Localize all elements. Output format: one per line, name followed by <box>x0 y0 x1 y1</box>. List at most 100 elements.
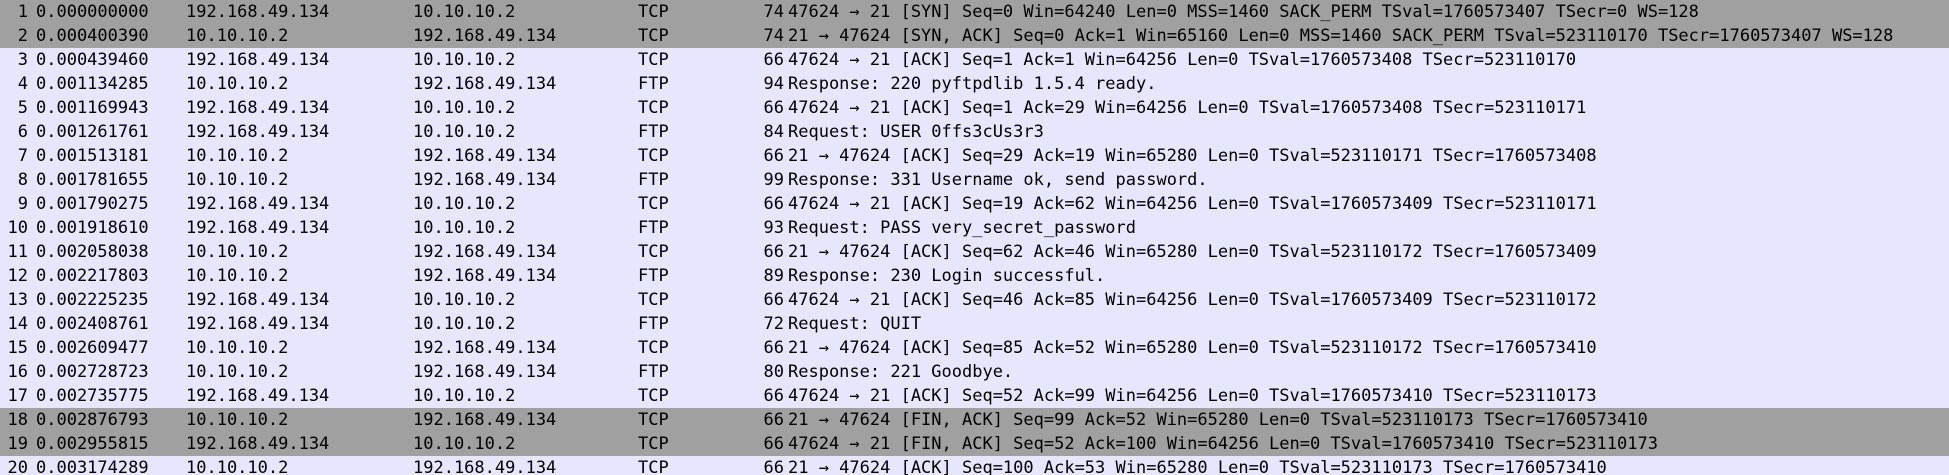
packet-source: 192.168.49.134 <box>186 122 330 142</box>
packet-protocol: TCP <box>638 50 669 70</box>
packet-destination: 192.168.49.134 <box>413 26 557 46</box>
packet-row[interactable]: 11 0.002058038 10.10.10.2 192.168.49.134 TCP… <box>0 240 1949 264</box>
packet-source: 192.168.49.134 <box>186 218 330 238</box>
packet-row[interactable]: 8 0.001781655 10.10.10.2 192.168.49.134 FTP 9… <box>0 168 1949 192</box>
packet-destination: 10.10.10.2 <box>413 98 516 118</box>
packet-row[interactable]: 2 0.000400390 10.10.10.2 192.168.49.134 TCP 7… <box>0 24 1949 48</box>
packet-info: 47624 → 21 [ACK] Seq=52 Ack=99 Win=64256… <box>788 386 1597 406</box>
packet-row[interactable]: 20 0.003174289 10.10.10.2 192.168.49.134 TCP… <box>0 456 1949 475</box>
packet-length: 74 <box>763 2 784 22</box>
packet-row[interactable]: 3 0.000439460 192.168.49.134 10.10.10.2 TCP 6… <box>0 48 1949 72</box>
packet-protocol: TCP <box>638 290 669 310</box>
packet-row[interactable]: 12 0.002217803 10.10.10.2 192.168.49.134 FTP… <box>0 264 1949 288</box>
packet-time: 0.003174289 <box>36 458 149 475</box>
packet-length: 66 <box>763 458 784 475</box>
packet-destination: 192.168.49.134 <box>413 242 557 262</box>
packet-source: 192.168.49.134 <box>186 98 330 118</box>
packet-info: 47624 → 21 [ACK] Seq=19 Ack=62 Win=64256… <box>788 194 1597 214</box>
packet-protocol: TCP <box>638 2 669 22</box>
packet-source: 10.10.10.2 <box>186 170 289 190</box>
packet-length: 66 <box>763 98 784 118</box>
packet-protocol: TCP <box>638 194 669 214</box>
packet-source: 10.10.10.2 <box>186 146 289 166</box>
packet-length: 94 <box>763 74 784 94</box>
packet-destination: 192.168.49.134 <box>413 458 557 475</box>
packet-length: 66 <box>763 50 784 70</box>
packet-number: 16 <box>7 362 28 382</box>
packet-row[interactable]: 5 0.001169943 192.168.49.134 10.10.10.2 TCP 6… <box>0 96 1949 120</box>
packet-time: 0.002876793 <box>36 410 149 430</box>
packet-destination: 192.168.49.134 <box>413 410 557 430</box>
packet-source: 192.168.49.134 <box>186 2 330 22</box>
packet-protocol: TCP <box>638 434 669 454</box>
packet-time: 0.001261761 <box>36 122 149 142</box>
packet-info: Response: 221 Goodbye. <box>788 362 1014 382</box>
packet-info: Request: QUIT <box>788 314 922 334</box>
packet-number: 10 <box>7 218 28 238</box>
packet-length: 66 <box>763 410 784 430</box>
packet-time: 0.001781655 <box>36 170 149 190</box>
packet-destination: 192.168.49.134 <box>413 170 557 190</box>
packet-row[interactable]: 1 0.000000000 192.168.49.134 10.10.10.2 TCP 7… <box>0 0 1949 24</box>
packet-length: 80 <box>763 362 784 382</box>
packet-source: 10.10.10.2 <box>186 26 289 46</box>
packet-protocol: TCP <box>638 458 669 475</box>
packet-number: 4 <box>17 74 28 94</box>
packet-row[interactable]: 4 0.001134285 10.10.10.2 192.168.49.134 FTP 9… <box>0 72 1949 96</box>
packet-protocol: TCP <box>638 386 669 406</box>
packet-time: 0.001169943 <box>36 98 149 118</box>
packet-protocol: FTP <box>638 266 669 286</box>
packet-info: Request: USER 0ffs3cUs3r3 <box>788 122 1044 142</box>
packet-row[interactable]: 16 0.002728723 10.10.10.2 192.168.49.134 FTP… <box>0 360 1949 384</box>
packet-row[interactable]: 15 0.002609477 10.10.10.2 192.168.49.134 TCP… <box>0 336 1949 360</box>
packet-info: Request: PASS very_secret_password <box>788 218 1136 238</box>
packet-protocol: TCP <box>638 410 669 430</box>
packet-protocol: TCP <box>638 98 669 118</box>
packet-number: 9 <box>17 194 28 214</box>
packet-number: 2 <box>17 26 28 46</box>
packet-time: 0.002217803 <box>36 266 149 286</box>
packet-info: Response: 331 Username ok, send password… <box>788 170 1208 190</box>
packet-row[interactable]: 13 0.002225235 192.168.49.134 10.10.10.2 TCP… <box>0 288 1949 312</box>
packet-protocol: FTP <box>638 122 669 142</box>
packet-number: 1 <box>17 2 28 22</box>
packet-number: 17 <box>7 386 28 406</box>
packet-protocol: FTP <box>638 314 669 334</box>
packet-source: 192.168.49.134 <box>186 50 330 70</box>
packet-time: 0.002225235 <box>36 290 149 310</box>
packet-info: Response: 220 pyftpdlib 1.5.4 ready. <box>788 74 1157 94</box>
packet-time: 0.002408761 <box>36 314 149 334</box>
packet-length: 66 <box>763 338 784 358</box>
packet-source: 10.10.10.2 <box>186 266 289 286</box>
packet-row[interactable]: 9 0.001790275 192.168.49.134 10.10.10.2 TCP 6… <box>0 192 1949 216</box>
packet-time: 0.001790275 <box>36 194 149 214</box>
packet-destination: 10.10.10.2 <box>413 218 516 238</box>
packet-row[interactable]: 6 0.001261761 192.168.49.134 10.10.10.2 FTP 8… <box>0 120 1949 144</box>
packet-row[interactable]: 14 0.002408761 192.168.49.134 10.10.10.2 FTP… <box>0 312 1949 336</box>
packet-source: 192.168.49.134 <box>186 290 330 310</box>
packet-protocol: FTP <box>638 170 669 190</box>
packet-number: 13 <box>7 290 28 310</box>
packet-destination: 192.168.49.134 <box>413 146 557 166</box>
packet-row[interactable]: 7 0.001513181 10.10.10.2 192.168.49.134 TCP 6… <box>0 144 1949 168</box>
packet-protocol: FTP <box>638 218 669 238</box>
packet-length: 84 <box>763 122 784 142</box>
packet-destination: 192.168.49.134 <box>413 266 557 286</box>
packet-source: 10.10.10.2 <box>186 362 289 382</box>
packet-number: 18 <box>7 410 28 430</box>
packet-row[interactable]: 18 0.002876793 10.10.10.2 192.168.49.134 TCP… <box>0 408 1949 432</box>
packet-length: 93 <box>763 218 784 238</box>
packet-row[interactable]: 10 0.001918610 192.168.49.134 10.10.10.2 FTP… <box>0 216 1949 240</box>
packet-source: 10.10.10.2 <box>186 74 289 94</box>
packet-length: 89 <box>763 266 784 286</box>
packet-destination: 10.10.10.2 <box>413 386 516 406</box>
packet-length: 99 <box>763 170 784 190</box>
packet-row[interactable]: 19 0.002955815 192.168.49.134 10.10.10.2 TCP… <box>0 432 1949 456</box>
packet-destination: 10.10.10.2 <box>413 314 516 334</box>
packet-row[interactable]: 17 0.002735775 192.168.49.134 10.10.10.2 TCP… <box>0 384 1949 408</box>
packet-source: 192.168.49.134 <box>186 434 330 454</box>
packet-length: 66 <box>763 434 784 454</box>
packet-info: 21 → 47624 [ACK] Seq=85 Ack=52 Win=65280… <box>788 338 1597 358</box>
packet-destination: 192.168.49.134 <box>413 362 557 382</box>
packet-destination: 10.10.10.2 <box>413 122 516 142</box>
